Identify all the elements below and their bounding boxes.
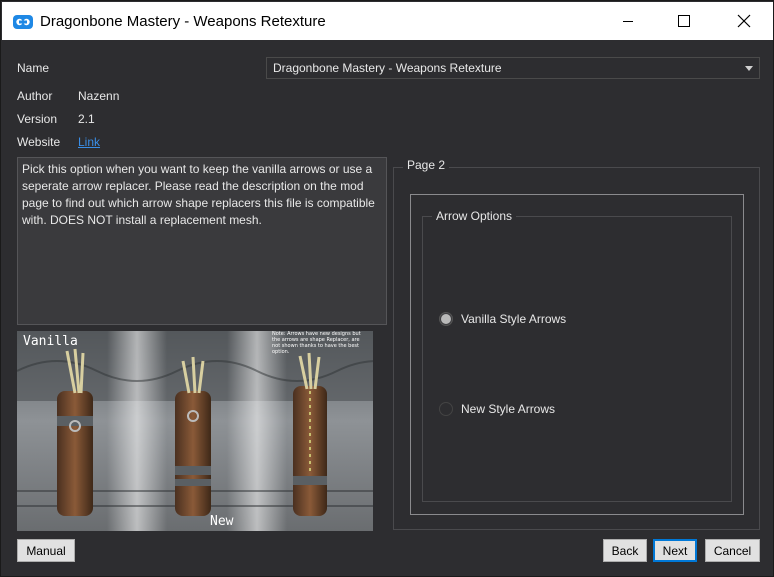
title-bar[interactable]: Dragonbone Mastery - Weapons Retexture <box>2 2 773 40</box>
version-value: 2.1 <box>78 112 95 126</box>
close-button[interactable] <box>718 2 770 40</box>
preview-note: Note: Arrows have new designs but the ar… <box>272 331 361 355</box>
close-icon <box>737 14 751 28</box>
name-dropdown-value: Dragonbone Mastery - Weapons Retexture <box>273 61 502 75</box>
option-new-style-arrows[interactable]: New Style Arrows <box>439 402 555 416</box>
quiver-preview-picture: Vanilla New Note: Arrows have new design… <box>17 331 373 531</box>
mod-organizer-icon <box>12 14 34 30</box>
minimize-icon <box>623 21 633 22</box>
manual-button[interactable]: Manual <box>17 539 75 562</box>
radio-button-unchecked[interactable] <box>439 402 453 416</box>
option-label: Vanilla Style Arrows <box>461 312 567 326</box>
author-label: Author <box>17 89 53 103</box>
author-value: Nazenn <box>78 89 120 103</box>
maximize-icon <box>678 15 690 27</box>
arrow-options-groupbox <box>422 216 732 502</box>
option-label: New Style Arrows <box>461 402 556 416</box>
name-dropdown[interactable]: Dragonbone Mastery - Weapons Retexture <box>266 57 760 79</box>
option-preview-image: Vanilla New Note: Arrows have new design… <box>17 331 373 531</box>
radio-button-checked[interactable] <box>439 312 453 326</box>
installer-content: Name Dragonbone Mastery - Weapons Retext… <box>2 40 773 576</box>
back-button[interactable]: Back <box>603 539 647 562</box>
next-button[interactable]: Next <box>653 539 697 562</box>
window-title: Dragonbone Mastery - Weapons Retexture <box>40 13 326 30</box>
maximize-button[interactable] <box>658 2 710 40</box>
name-label: Name <box>17 61 50 75</box>
cancel-button[interactable]: Cancel <box>705 539 760 562</box>
website-label: Website <box>17 135 61 149</box>
website-link[interactable]: Link <box>78 135 100 149</box>
page-title: Page 2 <box>403 158 450 172</box>
installer-window: Dragonbone Mastery - Weapons Retexture N… <box>0 0 774 577</box>
preview-new-label: New <box>210 514 234 529</box>
option-vanilla-style-arrows[interactable]: Vanilla Style Arrows <box>439 312 566 326</box>
minimize-button[interactable] <box>602 2 654 40</box>
preview-vanilla-label: Vanilla <box>23 334 78 349</box>
chevron-down-icon <box>745 66 753 71</box>
arrow-options-title: Arrow Options <box>432 209 517 223</box>
version-label: Version <box>17 112 58 126</box>
option-description: Pick this option when you want to keep t… <box>17 157 387 325</box>
